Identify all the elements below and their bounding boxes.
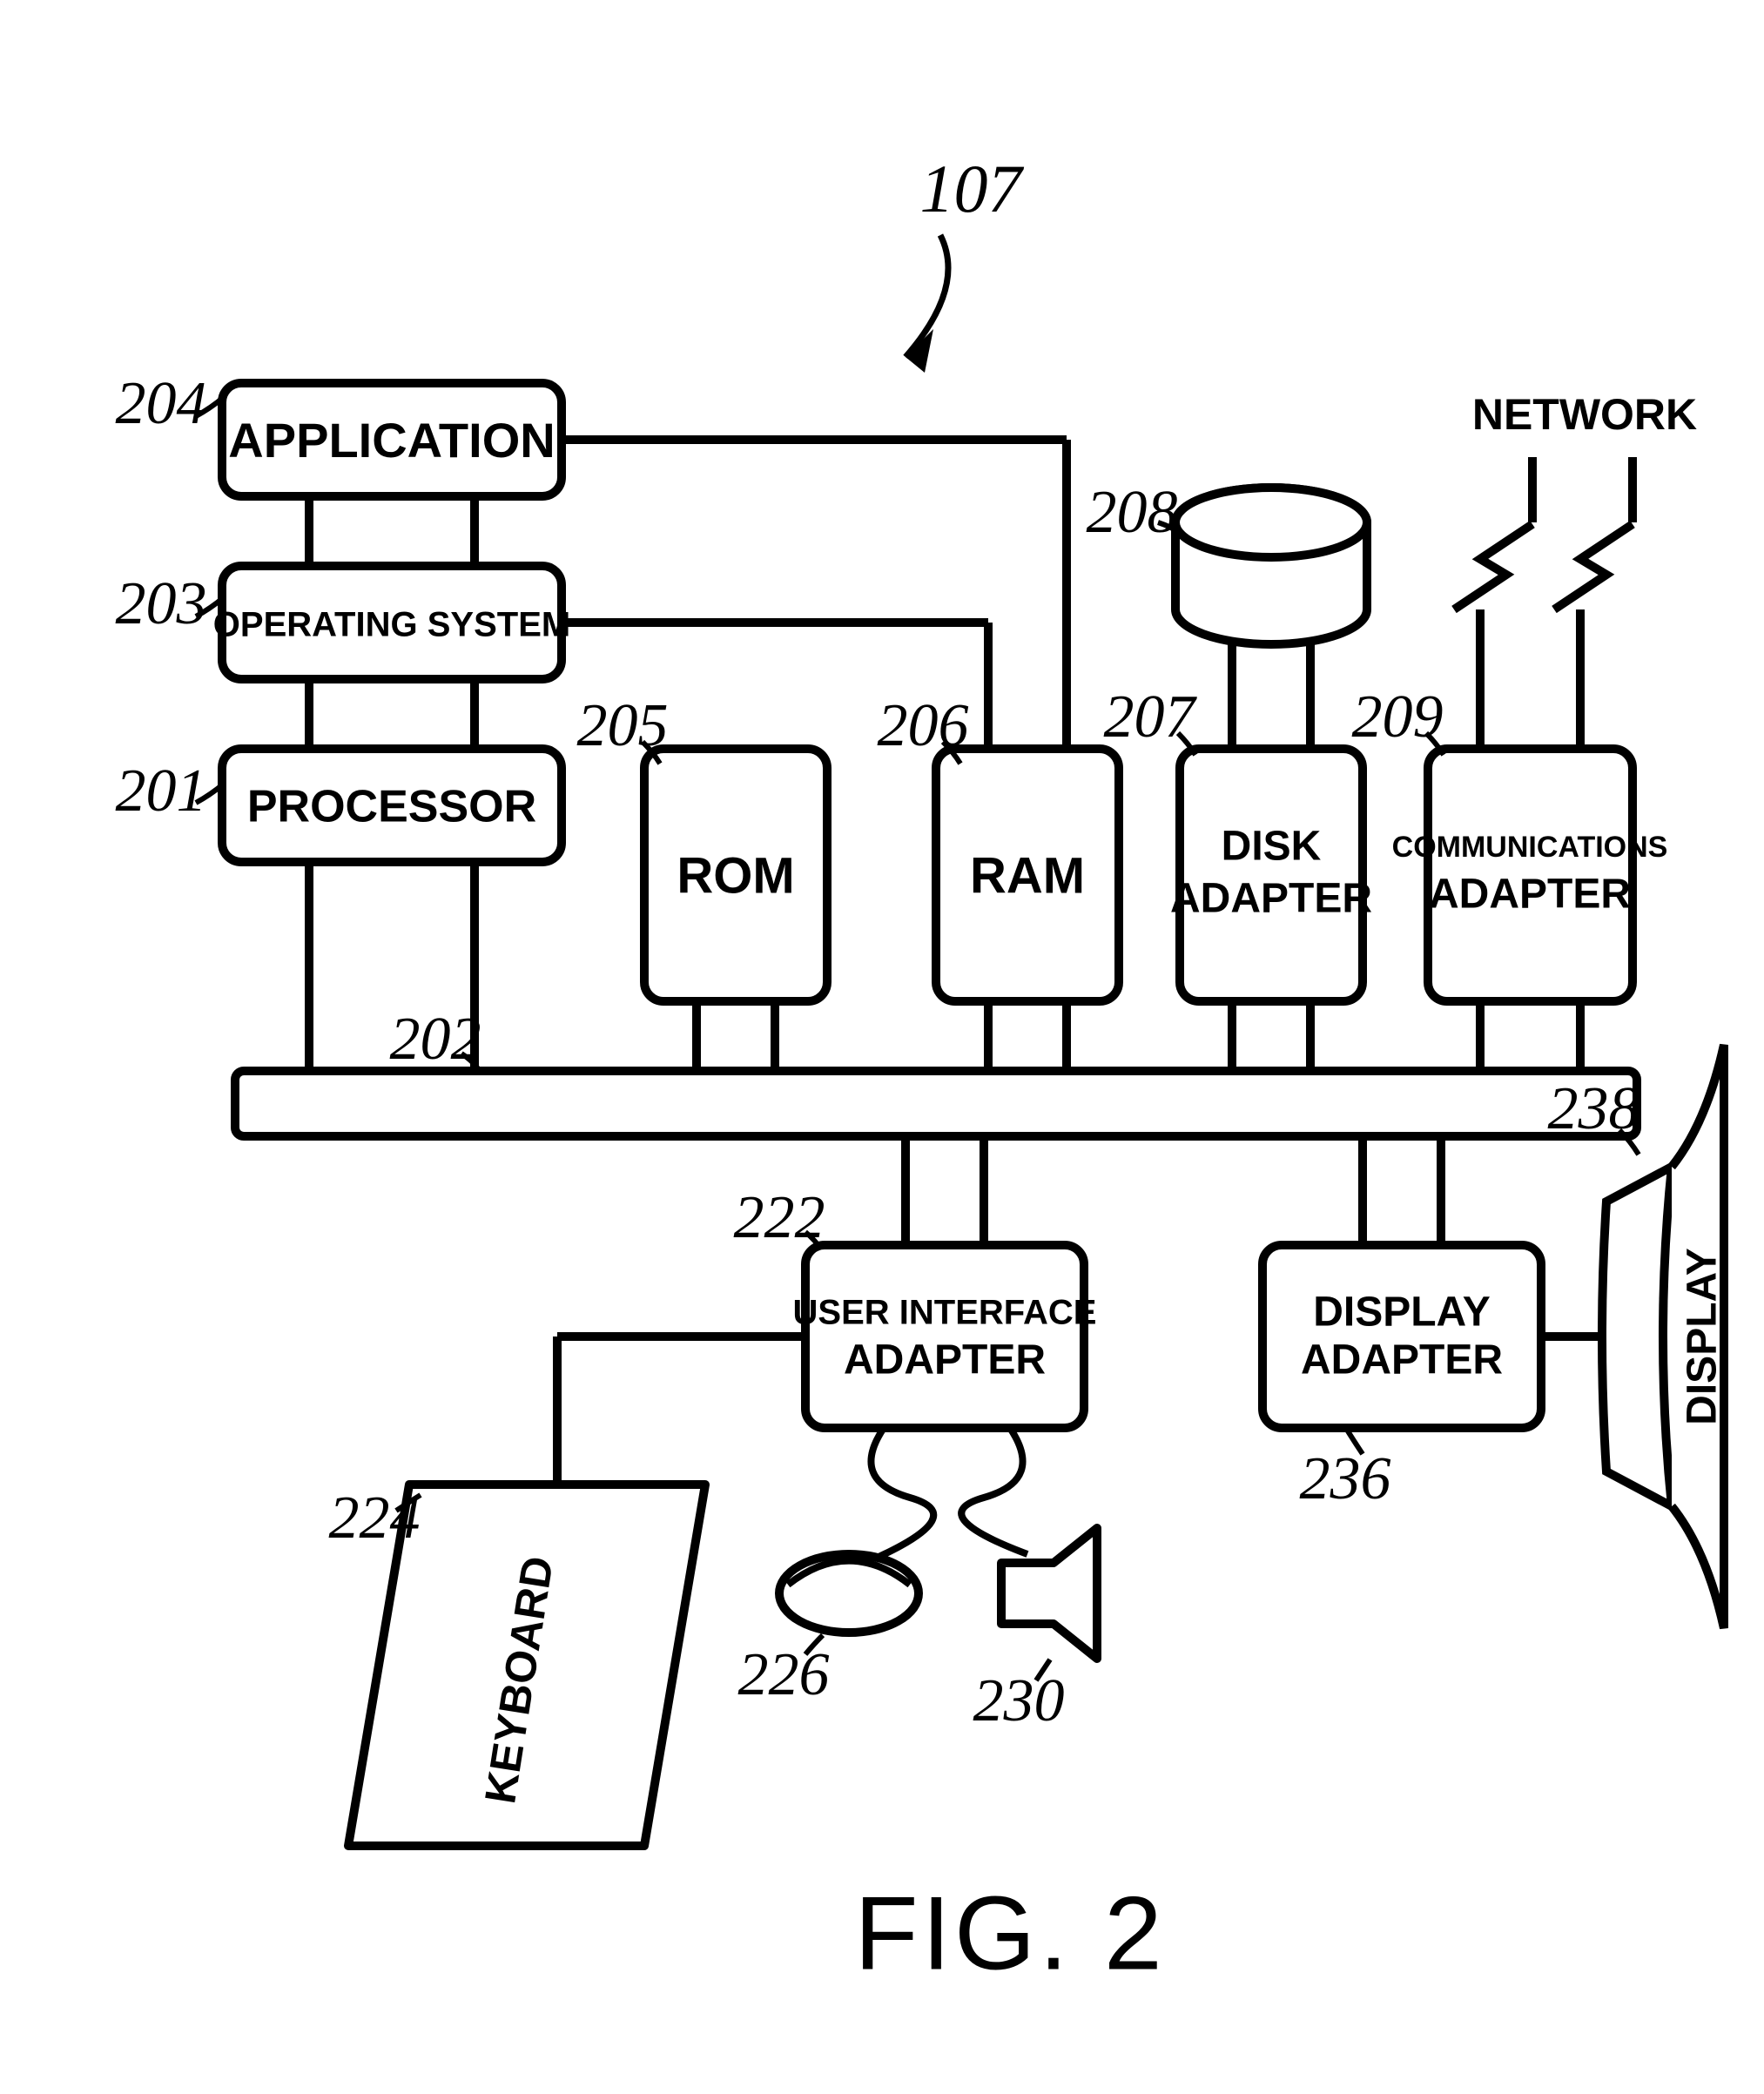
operating-system-label: OPERATING SYSTEM: [213, 606, 570, 644]
speaker-ref: 230: [973, 1667, 1065, 1734]
mouse-ref: 226: [738, 1641, 830, 1708]
comm-adapter-label-2: ADAPTER: [1429, 872, 1631, 918]
disk-ref: 208: [1087, 479, 1178, 546]
disk-adapter-label-1: DISK: [1222, 824, 1322, 870]
display-adapter-label-1: DISPLAY: [1313, 1289, 1491, 1336]
rom-block: ROM: [644, 749, 827, 1001]
rom-label: ROM: [677, 847, 794, 904]
keyboard-ref: 224: [329, 1485, 421, 1552]
display-label: DISPLAY: [1680, 1248, 1726, 1425]
processor-block: PROCESSOR: [222, 749, 562, 862]
ram-block: RAM: [936, 749, 1119, 1001]
bus-ref: 202: [390, 1006, 481, 1073]
display-ref: 238: [1548, 1075, 1639, 1142]
display-adapter-block: DISPLAY ADAPTER: [1262, 1245, 1541, 1428]
network-connection: [1454, 457, 1633, 749]
figure-ref: 107: [920, 151, 1025, 226]
speaker-wire: [961, 1428, 1027, 1554]
user-interface-adapter-block: USER INTERFACE ADAPTER: [793, 1245, 1097, 1428]
ram-label: RAM: [970, 847, 1085, 904]
processor-ref: 201: [116, 757, 207, 825]
comm-adapter-ref: 209: [1352, 683, 1444, 751]
operating-system-block: OPERATING SYSTEM: [213, 566, 570, 679]
comm-adapter-block: COMMUNICATIONS ADAPTER: [1392, 749, 1668, 1001]
display-adapter-label-2: ADAPTER: [1301, 1337, 1503, 1384]
uia-label-1: USER INTERFACE: [793, 1294, 1097, 1332]
mouse-icon: [779, 1554, 919, 1633]
disk-adapter-block: DISK ADAPTER: [1170, 749, 1372, 1001]
application-label: APPLICATION: [228, 413, 555, 468]
display-adapter-ref: 236: [1300, 1445, 1391, 1512]
disk-icon: [1175, 488, 1367, 644]
operating-system-ref: 203: [116, 570, 207, 637]
network-label: NETWORK: [1472, 390, 1697, 439]
mouse-wire: [871, 1428, 933, 1559]
figure-label: FIG. 2: [854, 1875, 1165, 1992]
uia-ref: 222: [734, 1184, 825, 1251]
comm-adapter-label-1: COMMUNICATIONS: [1392, 831, 1668, 864]
rom-ref: 205: [577, 692, 669, 759]
system-bus: [235, 1071, 1637, 1136]
uia-label-2: ADAPTER: [844, 1337, 1046, 1384]
application-block: APPLICATION: [222, 383, 562, 496]
application-ref: 204: [116, 370, 207, 437]
system-block-diagram: 107 APPLICATION 204 OPERATING SYSTEM 203…: [0, 0, 1764, 2094]
disk-adapter-label-2: ADAPTER: [1170, 876, 1372, 922]
processor-label: PROCESSOR: [247, 782, 536, 832]
ram-ref: 206: [878, 692, 969, 759]
